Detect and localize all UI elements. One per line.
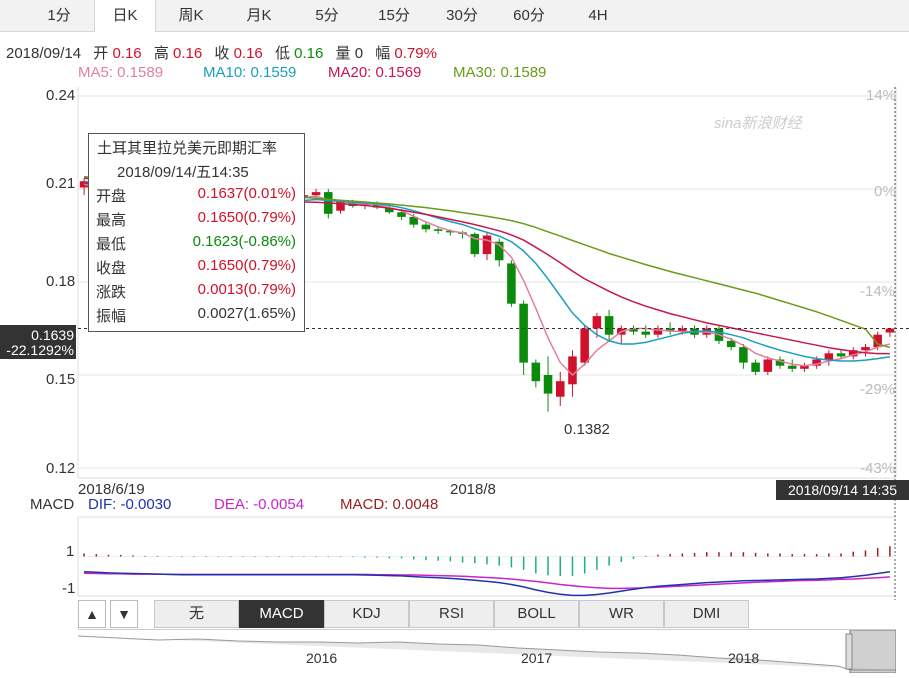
tooltip-title: 土耳其里拉兑美元即期汇率 (97, 140, 278, 157)
indicator-bar: ▲ ▼ 无 MACD KDJ RSI BOLL WR DMI (78, 600, 896, 628)
arrow-up-button[interactable]: ▲ (78, 600, 106, 628)
candle-body (580, 328, 589, 363)
candle-body (531, 362, 541, 382)
macd-dif-legend: DIF: -0.0030 (88, 496, 172, 513)
navigator-history-line (77, 635, 896, 671)
indicator-kdj-button[interactable]: KDJ (324, 600, 409, 628)
tooltip-value: 0.1650(0.79%) (197, 209, 296, 226)
indicator-boll-button[interactable]: BOLL (494, 600, 579, 628)
macd-dea-legend: DEA: -0.0054 (214, 496, 305, 513)
navigator-year-2018: 2018 (728, 650, 760, 666)
candle-body (568, 356, 577, 385)
candle-body (543, 375, 553, 394)
tooltip-key: 振幅 (96, 308, 127, 325)
candle-body (787, 365, 797, 369)
indicator-none-button[interactable]: 无 (154, 600, 239, 628)
macd-y-tick-1: 1 (66, 543, 75, 560)
candle-body (507, 263, 516, 304)
navigator-svg (77, 629, 897, 674)
tooltip-row-high: 最高 0.1650(0.79%) (96, 209, 296, 231)
navigator-year-2016: 2016 (306, 650, 338, 666)
candle-body (726, 340, 736, 348)
crosshair-time-tag: 2018/09/14 14:35 (776, 480, 909, 500)
candle-body (482, 235, 492, 255)
candlestick-chart[interactable] (0, 0, 909, 672)
navigator-year-2017: 2017 (521, 650, 553, 666)
tooltip-row-change: 涨跌 0.0013(0.79%) (96, 281, 296, 303)
navigator-selection-window (849, 629, 897, 674)
candle-body (824, 353, 834, 360)
price-tag-price: 0.1639 (31, 327, 74, 343)
indicator-dmi-button[interactable]: DMI (664, 600, 749, 628)
candle-body (592, 316, 602, 329)
range-navigator[interactable]: 2016 2017 2018 (77, 629, 897, 674)
y-right-tick-minus29: -29% (860, 381, 896, 398)
tooltip-key: 最高 (96, 212, 127, 229)
macd-y-tick-minus1: -1 (62, 580, 76, 597)
tooltip-row-open: 开盘 0.1637(0.01%) (96, 185, 296, 207)
y-tick-0.12: 0.12 (46, 460, 76, 477)
tooltip-value: 0.0013(0.79%) (197, 281, 296, 298)
y-tick-0.21: 0.21 (46, 175, 76, 192)
candle-body (555, 381, 565, 397)
tooltip-row-close: 收盘 0.1650(0.79%) (96, 257, 296, 279)
candle-body (421, 224, 431, 230)
candle-body (763, 359, 773, 372)
candle-body (311, 192, 321, 196)
indicator-rsi-button[interactable]: RSI (409, 600, 494, 628)
y-tick-0.15: 0.15 (46, 371, 76, 388)
ohlc-tooltip: 土耳其里拉兑美元即期汇率 2018/09/14/五14:35 开盘 0.1637… (88, 133, 305, 332)
indicator-wr-button[interactable]: WR (579, 600, 664, 628)
candle-body (604, 316, 614, 335)
tooltip-value: 0.1623(-0.86%) (192, 233, 296, 250)
tooltip-key: 涨跌 (96, 284, 127, 301)
price-tag: 0.1639 -22.1292% (0, 325, 76, 359)
candle-body (836, 353, 846, 357)
candle-body (861, 347, 870, 351)
tooltip-value: 0.1637(0.01%) (197, 185, 296, 202)
candle-body (397, 212, 406, 217)
y-tick-0.18: 0.18 (46, 273, 76, 290)
tooltip-value: 0.0027(1.65%) (197, 305, 296, 322)
tooltip-time: 2018/09/14/五14:35 (117, 164, 249, 181)
candle-body (751, 362, 760, 372)
candle-body (433, 229, 443, 231)
y-right-tick-minus14: -14% (860, 283, 896, 300)
sina-watermark: sina新浪财经 (714, 115, 802, 132)
y-right-tick-minus43: -43% (860, 460, 896, 477)
y-tick-0.24: 0.24 (46, 87, 76, 104)
tooltip-key: 开盘 (96, 188, 127, 205)
candle-body (519, 303, 528, 363)
tooltip-key: 最低 (96, 236, 127, 253)
tooltip-row-low: 最低 0.1623(-0.86%) (96, 233, 296, 255)
tooltip-key: 收盘 (96, 260, 127, 277)
navigator-handle-left (845, 633, 853, 670)
tooltip-row-amplitude: 振幅 0.0027(1.65%) (96, 305, 296, 327)
tooltip-value: 0.1650(0.79%) (197, 257, 296, 274)
candle-body (885, 328, 895, 333)
arrow-down-button[interactable]: ▼ (110, 600, 138, 628)
price-tag-pct: -22.1292% (6, 342, 74, 358)
macd-dif-line (84, 570, 891, 597)
indicator-macd-button[interactable]: MACD (239, 600, 324, 628)
macd-value-legend: MACD: 0.0048 (340, 496, 439, 513)
macd-title: MACD (30, 496, 75, 513)
y-right-tick-14: 14% (866, 87, 897, 104)
y-right-tick-0: 0% (874, 183, 896, 200)
low-price-label: 0.1382 (564, 421, 610, 438)
candle-body (739, 347, 748, 363)
candle-body (641, 331, 650, 335)
x-tick-2018-8: 2018/8 (450, 481, 496, 498)
